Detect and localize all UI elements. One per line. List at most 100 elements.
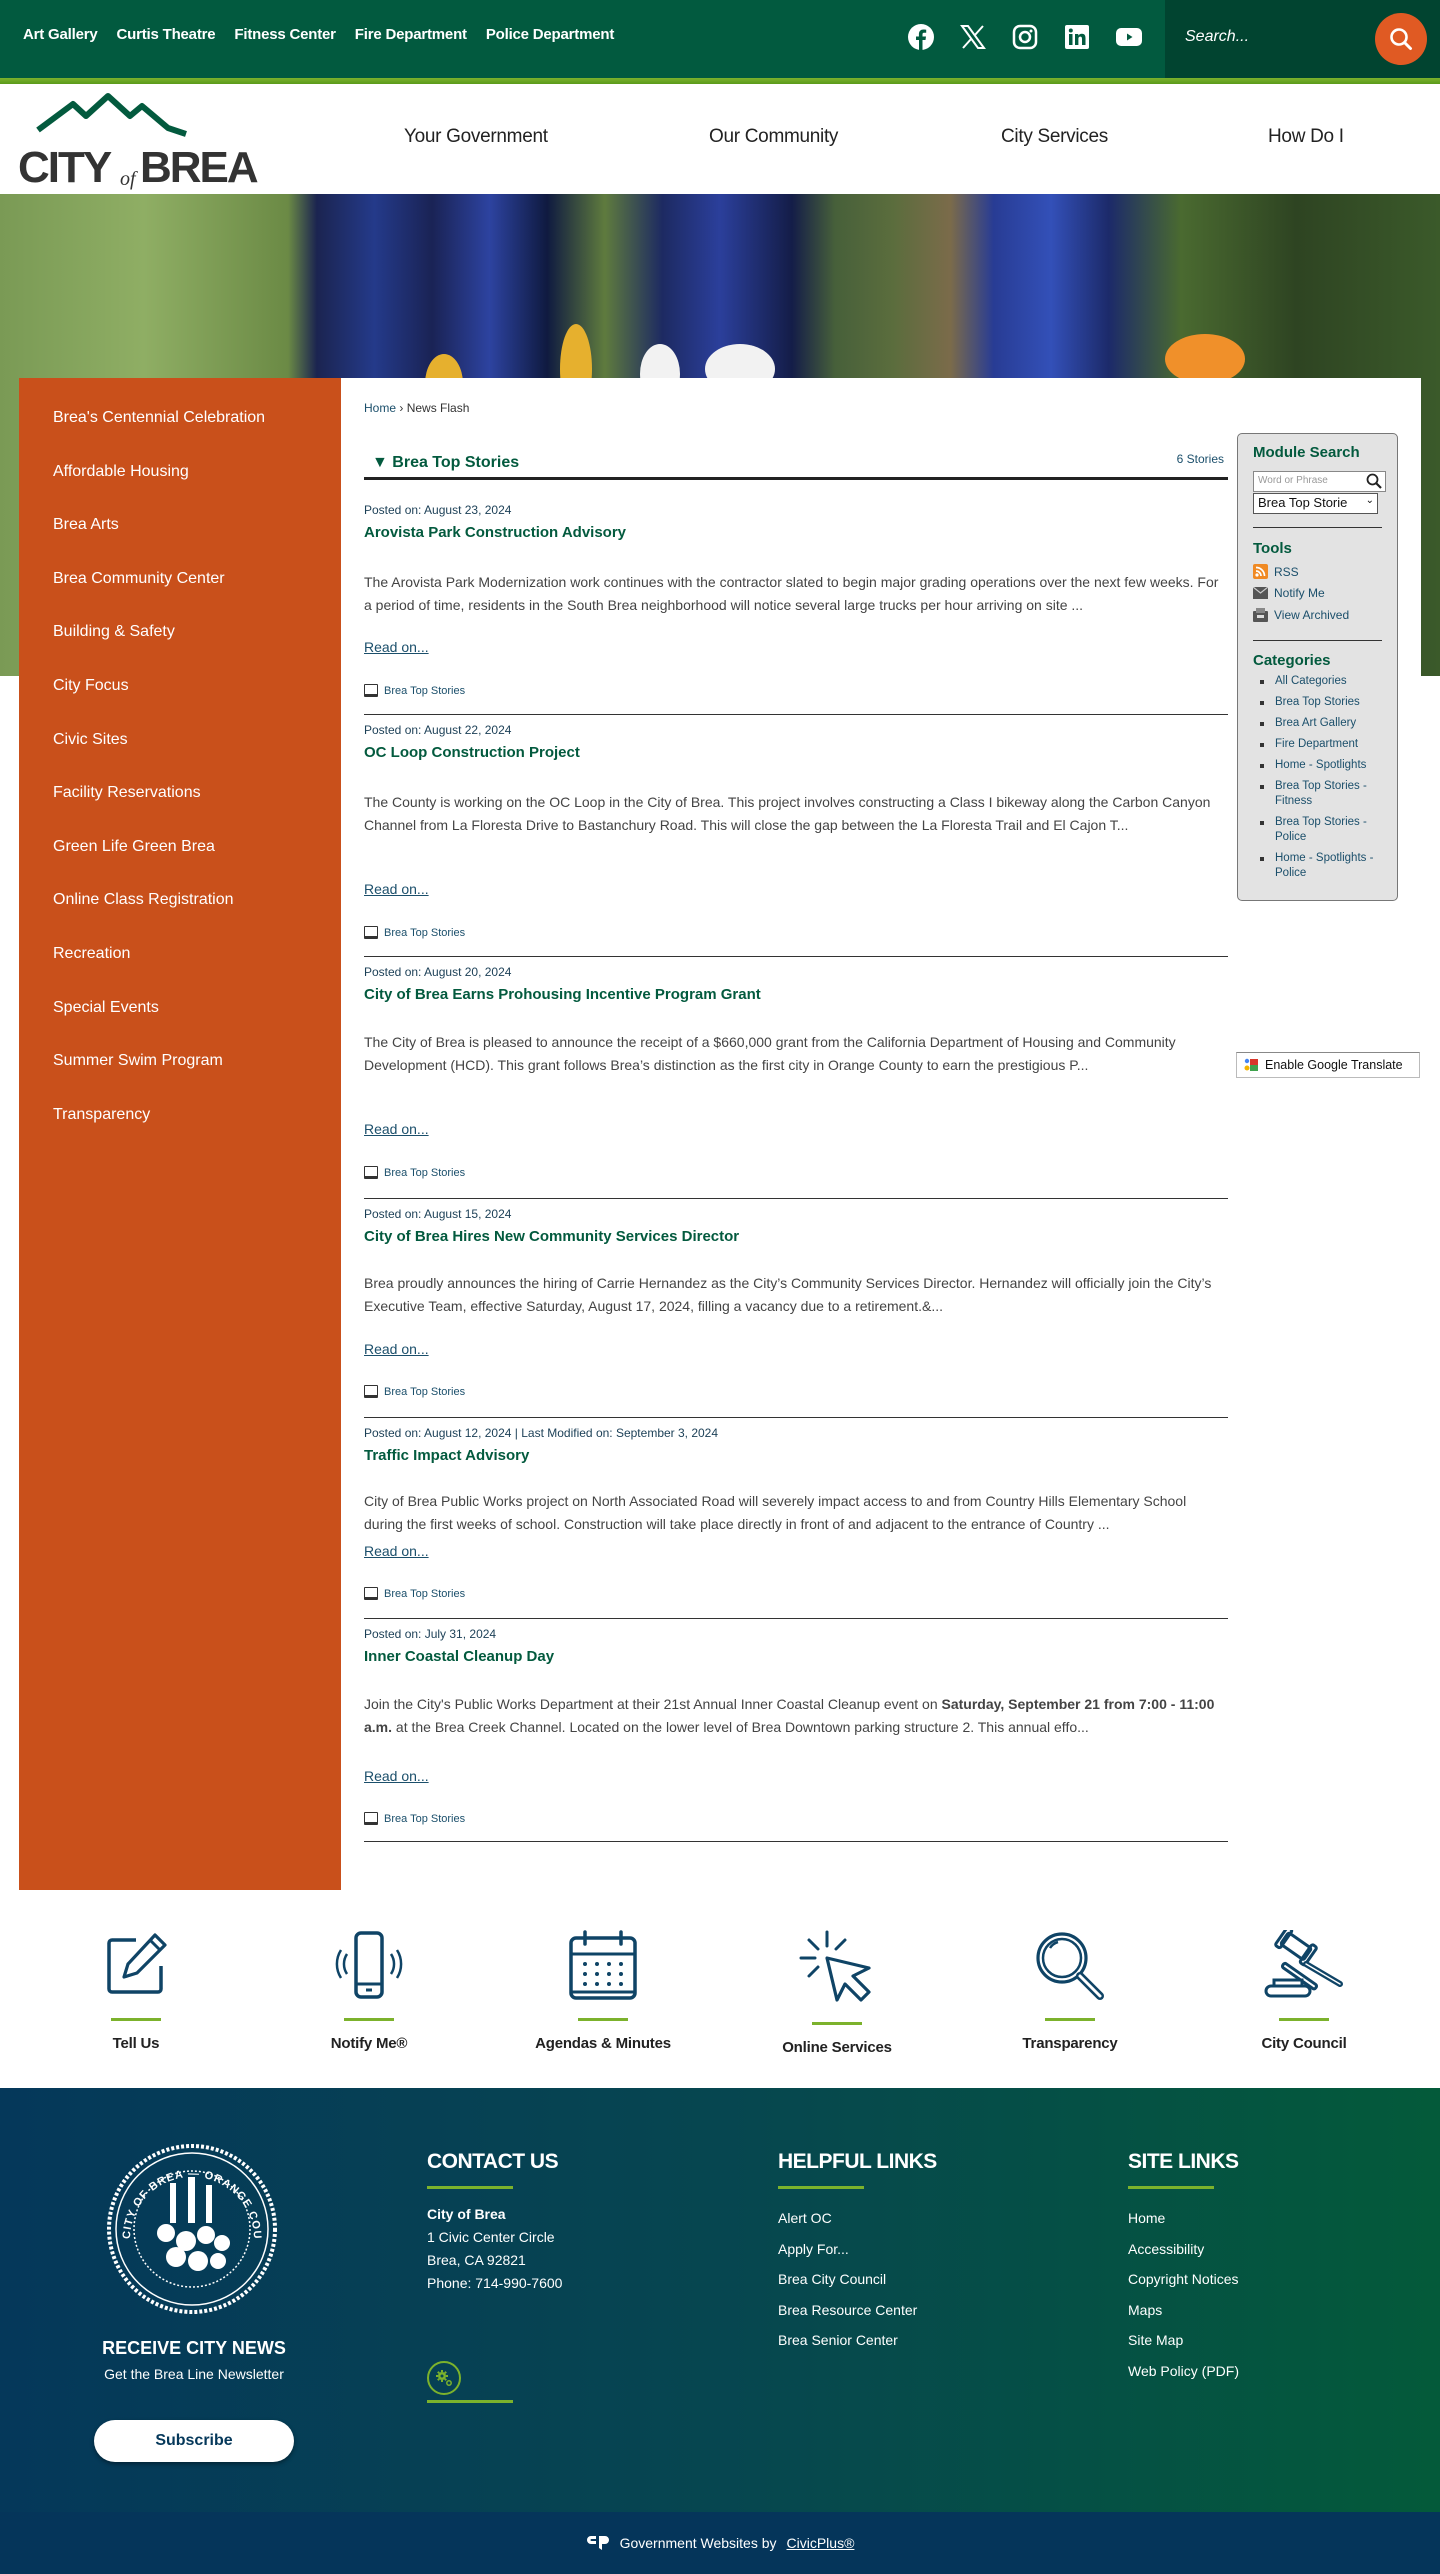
footer-link[interactable]: Home (1128, 2203, 1239, 2234)
posted-date: Posted on: August 15, 2024 (364, 1207, 512, 1221)
linkedin-icon[interactable] (1062, 22, 1092, 52)
story-count: 6 Stories (1176, 452, 1224, 466)
sidenav-item[interactable]: Brea's Centennial Celebration (53, 409, 265, 426)
read-on-link[interactable]: Read on... (364, 639, 429, 655)
tools-heading: Tools (1253, 540, 1292, 557)
sidenav-item[interactable]: Brea Community Center (53, 570, 225, 587)
quick-link-curtis-theatre[interactable]: Curtis Theatre (117, 26, 216, 43)
category-item[interactable]: All Categories (1253, 674, 1393, 689)
quick-link-fire-department[interactable]: Fire Department (355, 26, 467, 43)
tool-label: View Archived (1274, 608, 1350, 622)
category-link[interactable]: Brea Top Stories (384, 1813, 465, 1825)
read-on-link[interactable]: Read on... (364, 1121, 429, 1137)
sidenav-item[interactable]: Transparency (53, 1106, 150, 1123)
footer-link[interactable]: Site Map (1128, 2325, 1239, 2356)
sidenav-item[interactable]: Summer Swim Program (53, 1052, 223, 1069)
module-search-heading: Module Search (1253, 444, 1360, 461)
footer-link[interactable]: Alert OC (778, 2203, 937, 2234)
facebook-icon[interactable] (906, 22, 936, 52)
footer-link[interactable]: Brea Resource Center (778, 2295, 937, 2326)
sidenav-item[interactable]: Online Class Registration (53, 891, 234, 908)
module-search-input[interactable]: Word or Phrase (1253, 471, 1386, 492)
city-logo[interactable]: CITY of BREA (18, 90, 263, 192)
nav-our-community[interactable]: Our Community (709, 126, 838, 148)
quick-link-police-department[interactable]: Police Department (486, 26, 615, 43)
quick-icon-notify-me[interactable]: Notify Me® (269, 1930, 469, 2052)
category-select[interactable]: Brea Top Storie ⌄ (1253, 493, 1378, 514)
read-on-link[interactable]: Read on... (364, 1768, 429, 1784)
news-story: Posted on: August 23, 2024 Arovista Park… (364, 503, 1228, 715)
category-link[interactable]: Brea Top Stories (384, 1386, 465, 1398)
category-item[interactable]: Brea Art Gallery (1253, 716, 1393, 731)
story-title[interactable]: Traffic Impact Advisory (364, 1447, 529, 1464)
settings-gear-button[interactable] (427, 2361, 461, 2395)
quick-icon-city-council[interactable]: City Council (1204, 1930, 1404, 2052)
story-title[interactable]: Arovista Park Construction Advisory (364, 524, 626, 541)
story-title[interactable]: City of Brea Earns Prohousing Incentive … (364, 986, 761, 1003)
category-item[interactable]: Home - Spotlights - Police (1253, 851, 1393, 881)
site-footer: CITY OF BREA — ORANGE COUNTY — CALIFORNI… (0, 2088, 1440, 2512)
nav-how-do-i[interactable]: How Do I (1268, 126, 1344, 148)
sidenav-item[interactable]: Facility Reservations (53, 784, 201, 801)
accent-bar (1279, 2018, 1329, 2021)
breadcrumb-home[interactable]: Home (364, 401, 396, 415)
story-title[interactable]: OC Loop Construction Project (364, 744, 580, 761)
footer-link[interactable]: Brea City Council (778, 2264, 937, 2295)
sidenav-item[interactable]: Affordable Housing (53, 463, 189, 480)
footer-link[interactable]: Web Policy (PDF) (1128, 2356, 1239, 2387)
footer-link[interactable]: Accessibility (1128, 2234, 1239, 2265)
sidenav-item[interactable]: Civic Sites (53, 731, 128, 748)
sidenav-item[interactable]: Green Life Green Brea (53, 838, 215, 855)
category-item[interactable]: Home - Spotlights (1253, 758, 1393, 773)
youtube-icon[interactable] (1114, 22, 1144, 52)
quick-icon-transparency[interactable]: Transparency (970, 1930, 1170, 2052)
sidenav-item[interactable]: City Focus (53, 677, 129, 694)
read-on-link[interactable]: Read on... (364, 1341, 429, 1357)
category-link[interactable]: Brea Top Stories (384, 927, 465, 939)
search-icon[interactable] (1366, 473, 1382, 492)
story-title[interactable]: Inner Coastal Cleanup Day (364, 1648, 554, 1665)
footer-link[interactable]: Brea Senior Center (778, 2325, 937, 2356)
x-twitter-icon[interactable] (958, 22, 988, 52)
sidenav-item[interactable]: Brea Arts (53, 516, 119, 533)
story-excerpt: The Arovista Park Modernization work con… (364, 574, 1219, 613)
quick-link-art-gallery[interactable]: Art Gallery (23, 26, 98, 43)
tool-view-archived[interactable]: View Archived (1253, 608, 1349, 622)
category-link[interactable]: Brea Top Stories (384, 1588, 465, 1600)
nav-city-services[interactable]: City Services (1001, 126, 1108, 148)
section-title-toggle[interactable]: ▼ Brea Top Stories (372, 454, 519, 472)
sidenav-item[interactable]: Special Events (53, 999, 159, 1016)
quick-icon-online-services[interactable]: Online Services (737, 1930, 937, 2056)
sidenav-item[interactable]: Recreation (53, 945, 130, 962)
category-item[interactable]: Brea Top Stories (1253, 695, 1393, 710)
google-translate-button[interactable]: Enable Google Translate (1236, 1052, 1420, 1078)
read-on-link[interactable]: Read on... (364, 881, 429, 897)
category-item[interactable]: Brea Top Stories - Police (1253, 815, 1393, 845)
nav-your-government[interactable]: Your Government (404, 126, 548, 148)
category-item[interactable]: Brea Top Stories - Fitness (1253, 779, 1393, 809)
accent-bar (427, 2186, 513, 2189)
tool-notify-me[interactable]: Notify Me (1253, 586, 1325, 600)
quick-icon-tell-us[interactable]: Tell Us (36, 1930, 236, 2052)
category-link[interactable]: Brea Top Stories (384, 685, 465, 697)
tool-rss[interactable]: RSS (1253, 564, 1299, 579)
footer-link[interactable]: Maps (1128, 2295, 1239, 2326)
quick-link-fitness-center[interactable]: Fitness Center (234, 26, 336, 43)
site-search-input[interactable]: Search... (1185, 28, 1249, 46)
quick-icon-agendas-minutes[interactable]: Agendas & Minutes (503, 1930, 703, 2052)
subscribe-button[interactable]: Subscribe (94, 2420, 294, 2462)
contact-address-2: Brea, CA 92821 (427, 2252, 526, 2268)
footer-link[interactable]: Copyright Notices (1128, 2264, 1239, 2295)
instagram-icon[interactable] (1010, 22, 1040, 52)
read-on-link[interactable]: Read on... (364, 1543, 429, 1559)
category-link[interactable]: Brea Top Stories (384, 1167, 465, 1179)
site-search-button[interactable] (1375, 13, 1427, 65)
civicplus-link[interactable]: CivicPlus® (787, 2535, 855, 2551)
accent-bar (1045, 2018, 1095, 2021)
receive-news-heading: RECEIVE CITY NEWS (102, 2338, 286, 2358)
footer-link[interactable]: Apply For... (778, 2234, 937, 2265)
envelope-icon (1253, 587, 1268, 599)
sidenav-item[interactable]: Building & Safety (53, 623, 175, 640)
category-item[interactable]: Fire Department (1253, 737, 1393, 752)
story-title[interactable]: City of Brea Hires New Community Service… (364, 1228, 739, 1245)
